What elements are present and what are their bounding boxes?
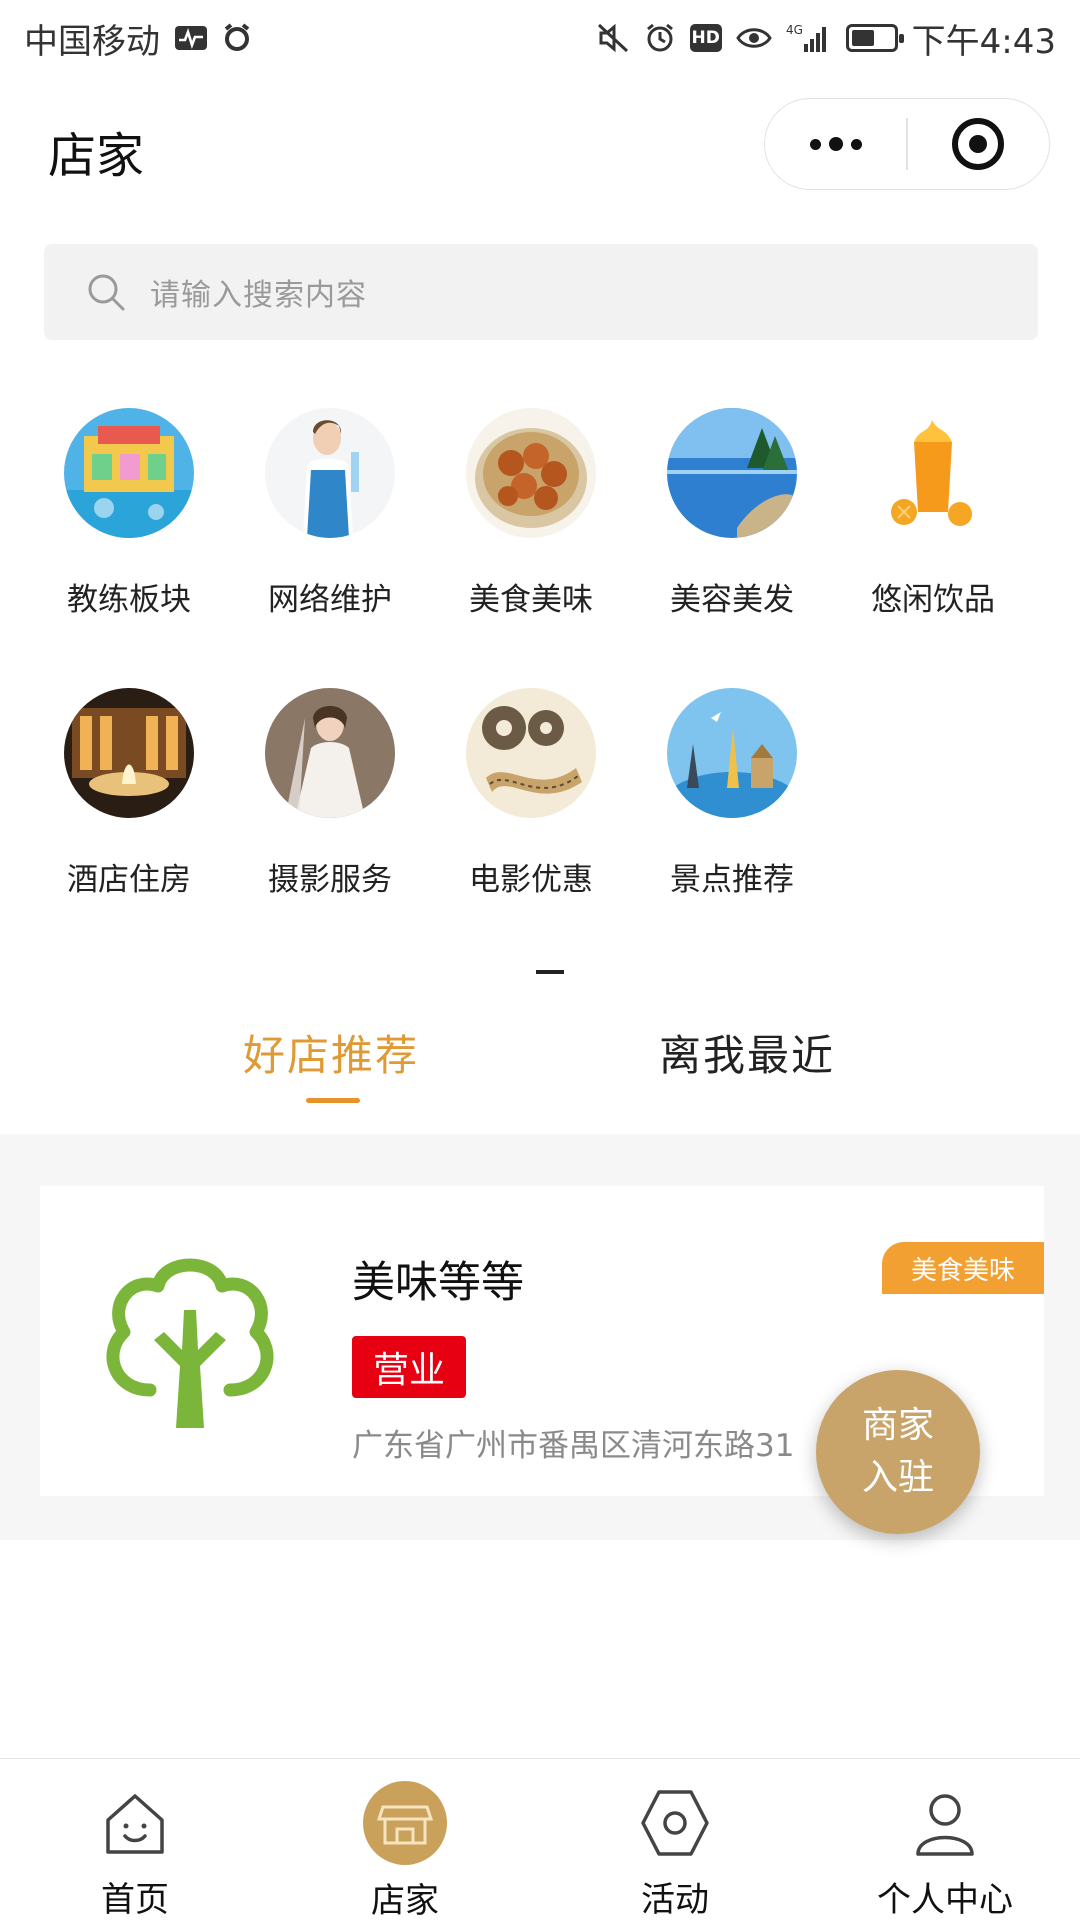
user-icon [903, 1781, 987, 1864]
category-hotel[interactable]: 酒店住房 [29, 688, 229, 899]
bride-photo-image [265, 688, 395, 818]
home-icon [93, 1781, 177, 1864]
tree-logo-icon [106, 1258, 274, 1428]
category-page-indicator [536, 970, 564, 974]
hexagon-icon [633, 1781, 717, 1864]
mute-icon [596, 22, 630, 54]
orange-juice-image [868, 408, 998, 538]
status-bar: 中国移动 HD 4G 下午4:43 [0, 0, 1080, 76]
merchant-join-line1: 商家 [861, 1404, 934, 1446]
category-label: 美食美味 [469, 582, 593, 618]
search-icon [88, 274, 125, 311]
alarm-icon [644, 22, 676, 54]
category-food[interactable]: 美食美味 [431, 408, 631, 619]
category-photography[interactable]: 摄影服务 [230, 688, 430, 899]
meatball-dish-image [466, 408, 596, 538]
miniprogram-capsule [764, 98, 1050, 190]
store-tabs: 好店推荐 离我最近 [0, 1010, 1080, 1130]
eye-icon [735, 24, 772, 52]
search-placeholder: 请输入搜索内容 [150, 278, 367, 313]
category-label: 景点推荐 [670, 862, 794, 898]
category-label: 电影优惠 [469, 862, 593, 898]
clock: 下午4:43 [911, 21, 1056, 62]
merchant-join-button[interactable]: 商家 入驻 [816, 1370, 980, 1534]
activity-icon [174, 23, 208, 53]
tabbar-activity[interactable]: 活动 [540, 1759, 810, 1920]
close-miniprogram-button[interactable] [908, 99, 1049, 189]
more-button[interactable] [765, 99, 906, 189]
svg-text:4G: 4G [786, 23, 803, 37]
cleaner-worker-image [265, 408, 395, 538]
category-network[interactable]: 网络维护 [230, 408, 430, 619]
category-label: 酒店住房 [67, 862, 191, 898]
carrier-name: 中国移动 [24, 21, 160, 62]
more-dots-icon [809, 137, 862, 151]
category-label: 美容美发 [670, 582, 794, 618]
merchant-join-line2: 入驻 [861, 1457, 934, 1498]
tabbar-label: 活动 [641, 1880, 709, 1920]
tabbar-profile[interactable]: 个人中心 [810, 1759, 1080, 1920]
bottom-tab-bar: 首页 店家 活动 个人中心 [0, 1758, 1080, 1920]
film-reel-image [466, 688, 596, 818]
tabbar-label: 个人中心 [877, 1880, 1013, 1920]
hotel-fountain-image [64, 688, 194, 818]
category-movie[interactable]: 电影优惠 [431, 688, 631, 899]
title-bar: 店家 [0, 76, 1080, 216]
signal-icon: 4G [786, 22, 832, 54]
store-icon [363, 1781, 447, 1865]
category-coach[interactable]: 教练板块 [29, 408, 229, 619]
battery-icon [845, 24, 904, 52]
category-label: 教练板块 [67, 582, 191, 618]
active-tab-indicator [306, 1098, 360, 1103]
category-tag: 美食美味 [882, 1242, 1044, 1294]
category-drinks[interactable]: 悠闲饮品 [833, 408, 1033, 619]
landmark-globe-image [667, 688, 797, 818]
search-bar[interactable]: 请输入搜索内容 [44, 244, 1038, 340]
tab-recommended[interactable]: 好店推荐 [243, 1022, 419, 1083]
category-label: 悠闲饮品 [871, 582, 995, 618]
tabbar-label: 店家 [371, 1881, 439, 1920]
category-label: 网络维护 [268, 582, 392, 618]
lake-landscape-image [667, 408, 797, 538]
status-badge: 营业 [352, 1336, 466, 1398]
category-attractions[interactable]: 景点推荐 [632, 688, 832, 899]
alarm-app-icon [222, 23, 252, 53]
amusement-ride-image [64, 408, 194, 538]
target-icon [952, 118, 1005, 170]
category-beauty[interactable]: 美容美发 [632, 408, 832, 619]
tabbar-home[interactable]: 首页 [0, 1759, 270, 1920]
tabbar-label: 首页 [101, 1880, 169, 1920]
tab-nearest[interactable]: 离我最近 [659, 1022, 835, 1083]
store-name: 美味等等 [352, 1258, 524, 1308]
page-title: 店家 [48, 128, 145, 184]
tabbar-store[interactable]: 店家 [270, 1759, 540, 1920]
category-label: 摄影服务 [268, 862, 392, 898]
store-address: 广东省广州市番禺区清河东路31 [352, 1428, 795, 1464]
hd-icon: HD [689, 24, 722, 52]
